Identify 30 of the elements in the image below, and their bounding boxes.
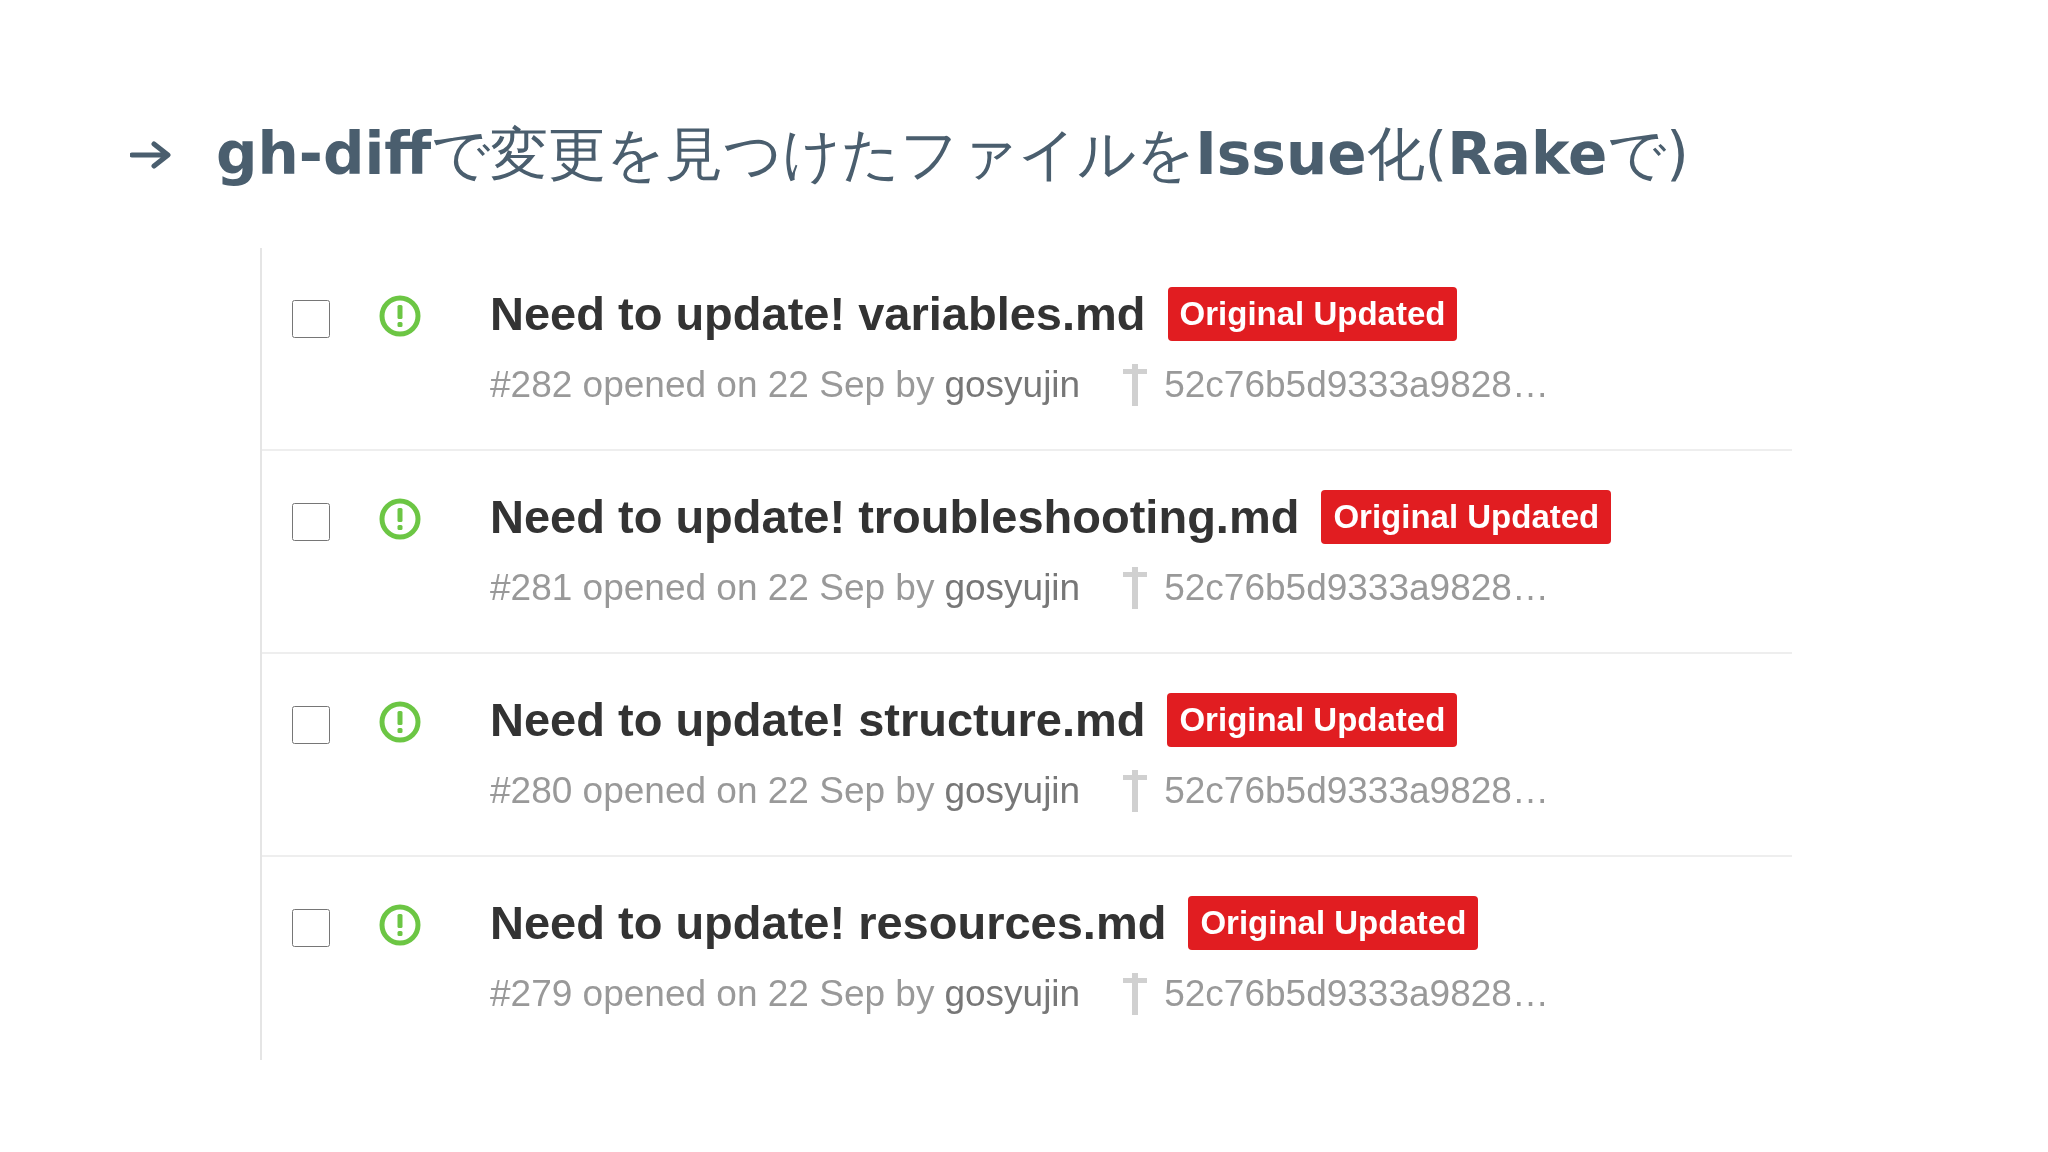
issue-label[interactable]: Original Updated <box>1167 286 1458 341</box>
issue-meta: #279 opened on 22 Sep by <box>490 973 935 1015</box>
commit-link[interactable]: 52c76b5d9333a9828… <box>1164 364 1549 406</box>
slide-heading: gh-diffで変更を見つけたファイルをIssue化(Rakeで) <box>216 119 1689 190</box>
open-issue-icon <box>378 497 422 541</box>
checkbox[interactable] <box>292 300 330 338</box>
issue-meta: #282 opened on 22 Sep by <box>490 364 935 406</box>
issue-title-link[interactable]: Need to update! troubleshooting.md <box>490 489 1300 544</box>
checkbox[interactable] <box>292 909 330 947</box>
issue-meta: #281 opened on 22 Sep by <box>490 567 935 609</box>
author-link[interactable]: gosyujin <box>944 567 1081 609</box>
commit-link[interactable]: 52c76b5d9333a9828… <box>1164 973 1549 1015</box>
author-link[interactable]: gosyujin <box>944 770 1081 812</box>
author-link[interactable]: gosyujin <box>944 364 1081 406</box>
open-issue-icon <box>378 903 422 947</box>
checkbox[interactable] <box>292 706 330 744</box>
commit-link[interactable]: 52c76b5d9333a9828… <box>1164 567 1549 609</box>
open-issue-icon <box>378 294 422 338</box>
issue-label[interactable]: Original Updated <box>1167 692 1458 747</box>
issue-title-link[interactable]: Need to update! variables.md <box>490 286 1146 341</box>
checkbox[interactable] <box>292 503 330 541</box>
arrow-icon <box>130 140 172 170</box>
issue-label[interactable]: Original Updated <box>1321 489 1612 544</box>
issue-meta: #280 opened on 22 Sep by <box>490 770 935 812</box>
author-link[interactable]: gosyujin <box>944 973 1081 1015</box>
commit-link[interactable]: 52c76b5d9333a9828… <box>1164 770 1549 812</box>
issue-label[interactable]: Original Updated <box>1188 895 1479 950</box>
issue-title-link[interactable]: Need to update! resources.md <box>490 895 1167 950</box>
issue-title-link[interactable]: Need to update! structure.md <box>490 692 1146 747</box>
open-issue-icon <box>378 700 422 744</box>
